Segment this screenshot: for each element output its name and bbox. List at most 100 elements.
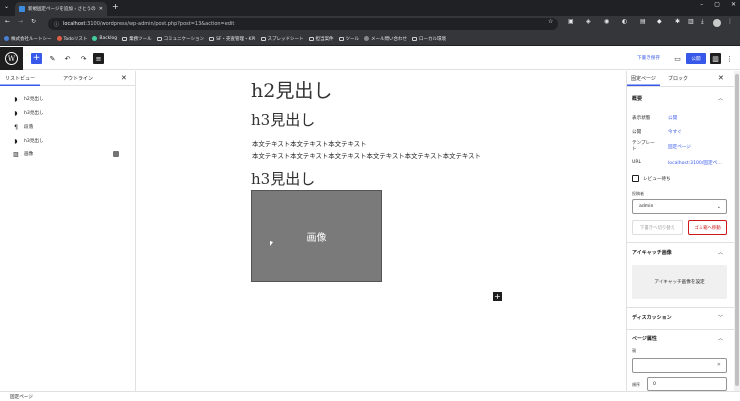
sidepanel-icon[interactable]: ▥ <box>688 19 694 25</box>
wordpress-logo-button[interactable]: W <box>0 47 23 70</box>
tab-list-view[interactable]: リストビュー <box>0 71 40 86</box>
parent-page-label: 親 <box>632 348 636 353</box>
visibility-value[interactable]: 公開 <box>668 115 677 121</box>
author-select[interactable]: admin ⌄ <box>632 199 727 214</box>
back-icon[interactable]: ← <box>5 19 10 25</box>
bookmark-folder[interactable]: 業務ツール <box>122 36 152 42</box>
bookmark-item[interactable]: Backlog <box>92 36 117 41</box>
image-block[interactable]: 画像 <box>251 190 382 282</box>
heading-h3-block[interactable]: h3見出し <box>251 109 315 130</box>
tab-block-settings[interactable]: ブロック <box>664 71 692 86</box>
bookmark-folder[interactable]: ツール <box>338 36 359 42</box>
extension-3-icon[interactable]: ◐ <box>622 19 627 25</box>
url-omnibox[interactable]: ⓘ localhost:3100/wordpress/wp-admin/post… <box>48 18 558 30</box>
settings-sidebar-icon[interactable]: ▥ <box>710 53 721 64</box>
bookmark-icon: ◗ <box>14 137 18 145</box>
bookmark-item[interactable]: Todoリスト <box>56 36 87 42</box>
list-item[interactable]: ¶ 段落 <box>13 121 33 133</box>
paragraph-block[interactable]: 本文テキスト本文テキスト本文テキスト本文テキスト本文テキスト本文テキスト <box>252 151 481 160</box>
extensions-puzzle-icon[interactable]: ✱ <box>675 19 680 25</box>
scrollbar-thumb[interactable] <box>735 74 739 386</box>
chrome-menu-icon[interactable]: ⋮ <box>727 19 733 25</box>
minimize-icon[interactable]: – <box>700 2 703 8</box>
pending-review-checkbox[interactable] <box>632 175 639 182</box>
tab-search-icon[interactable]: ⌄ <box>4 4 9 10</box>
block-options-icon[interactable] <box>113 151 119 157</box>
bookmark-item[interactable]: 株式会社ルートシー <box>4 36 52 42</box>
featured-image-panel-title[interactable]: アイキャッチ画像 <box>632 249 672 256</box>
browser-tab[interactable]: 新規固定ページを追加 ‹ さとうの… ✕ <box>15 2 107 16</box>
reload-icon[interactable]: ↻ <box>31 19 36 25</box>
visibility-label: 表示状態 <box>632 116 651 121</box>
close-icon[interactable]: ✕ <box>121 74 127 82</box>
tab-title: 新規固定ページを追加 ‹ さとうの… <box>28 7 96 12</box>
list-item[interactable]: ◗ h3見出し <box>13 135 43 147</box>
heading-h2-block[interactable]: h2見出し <box>251 76 332 103</box>
download-icon[interactable]: ⤓ <box>701 19 704 25</box>
move-to-trash-button[interactable]: ゴミ箱へ移動 <box>688 220 727 235</box>
save-draft-button[interactable]: 下書き保存 <box>637 55 660 61</box>
tab-close-icon[interactable]: ✕ <box>99 6 103 12</box>
order-number-input[interactable]: 0 <box>647 377 727 391</box>
template-value[interactable]: 固定ページ <box>668 144 691 150</box>
bookmark-star-icon[interactable]: ☆ <box>548 19 553 25</box>
profile-avatar[interactable] <box>713 19 721 27</box>
chevron-down-icon[interactable]: ﹀ <box>718 314 723 321</box>
list-view-toggle-icon[interactable]: ≡ <box>93 53 104 64</box>
block-breadcrumb: 固定ページ <box>0 391 740 401</box>
pencil-tool-icon[interactable]: ✎ <box>47 53 58 64</box>
image-placeholder-label: 画像 <box>306 232 327 244</box>
bookmark-folder[interactable]: 担当案件 <box>308 36 334 42</box>
chevron-up-icon[interactable]: ︿ <box>718 335 723 342</box>
tab-page-settings[interactable]: 固定ページ <box>627 71 660 86</box>
divider <box>627 242 734 243</box>
url-value[interactable]: localhost:3100/固定ペ… <box>668 160 722 166</box>
bookmark-icon: ◗ <box>14 95 18 103</box>
switch-to-draft-button[interactable]: 下書きへ切り替え <box>632 220 683 235</box>
set-featured-image-button[interactable]: アイキャッチ画像を設定 <box>632 265 727 299</box>
chevron-up-icon[interactable]: ︿ <box>718 249 723 256</box>
forward-icon[interactable]: → <box>18 19 23 25</box>
tab-outline[interactable]: アウトライン <box>58 71 98 86</box>
translate-icon[interactable]: ◈ <box>586 19 591 25</box>
discussion-panel-title[interactable]: ディスカッション <box>632 314 672 321</box>
close-icon[interactable]: ✕ <box>718 74 724 82</box>
publish-date-value[interactable]: 今すぐ <box>668 129 682 135</box>
list-item[interactable]: ◗ h2見出し <box>13 93 43 105</box>
block-appender-plus-button[interactable]: + <box>493 292 502 301</box>
bookmark-folder[interactable]: ローカル環境 <box>412 36 446 42</box>
pending-review-label[interactable]: レビュー待ち <box>643 176 671 182</box>
extension-icon[interactable]: ▣ <box>568 19 574 25</box>
bookmark-item[interactable]: メール問い合わせ <box>364 36 407 42</box>
page-attributes-panel-title[interactable]: ページ属性 <box>632 335 657 342</box>
extension-5-icon[interactable]: ◆ <box>657 19 662 25</box>
summary-panel-title[interactable]: 概要 <box>632 95 642 102</box>
bookmark-folder[interactable]: SF・売査管理・KPI <box>209 36 256 42</box>
publish-button[interactable]: 公開 <box>686 53 706 64</box>
list-item[interactable]: ◗ h3見出し <box>13 107 43 119</box>
extension-2-icon[interactable]: ◉ <box>604 19 609 25</box>
list-view-panel <box>0 71 136 391</box>
bookmark-folder[interactable]: スプレッドシート <box>260 36 304 42</box>
site-info-icon[interactable]: ⓘ <box>54 21 59 28</box>
maximize-icon[interactable]: ▢ <box>714 2 720 8</box>
heading-h3-block[interactable]: h3見出し <box>251 168 315 189</box>
block-inserter-toggle[interactable]: + <box>31 53 42 64</box>
close-window-icon[interactable]: ✕ <box>731 2 736 8</box>
undo-icon[interactable]: ↶ <box>62 53 73 64</box>
chevron-up-icon[interactable]: ︿ <box>718 95 723 102</box>
template-label: テンプレート <box>632 141 655 152</box>
wordpress-favicon-icon <box>19 6 25 12</box>
list-item[interactable]: ▨ 画像 <box>13 148 33 160</box>
parent-page-combobox[interactable]: ✕ <box>632 358 727 373</box>
options-menu-icon[interactable]: ⋮ <box>724 53 735 64</box>
preview-device-icon[interactable]: ▭ <box>672 53 683 64</box>
new-tab-button[interactable]: + <box>112 3 119 11</box>
extension-4-icon[interactable]: ▤ <box>640 19 646 25</box>
breadcrumb-item[interactable]: 固定ページ <box>10 394 33 400</box>
paragraph-block[interactable]: 本文テキスト本文テキスト本文テキスト <box>252 139 366 148</box>
bookmark-folder[interactable]: コミュニケーション <box>156 36 204 42</box>
clear-icon[interactable]: ✕ <box>717 362 721 368</box>
redo-icon[interactable]: ↷ <box>78 53 89 64</box>
site-favicon-icon <box>4 36 9 41</box>
